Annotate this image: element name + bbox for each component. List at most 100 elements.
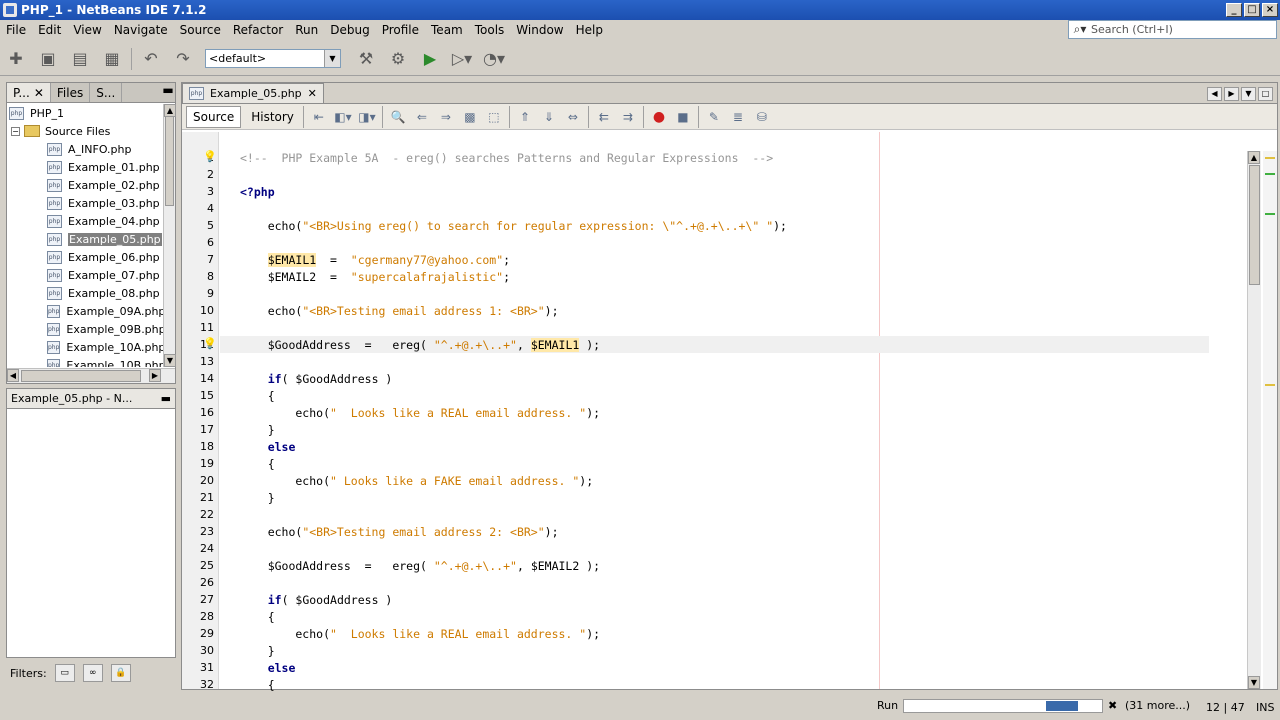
- source-mode-button[interactable]: Source: [186, 105, 242, 128]
- shift-left-icon[interactable]: ⇇: [595, 108, 613, 126]
- scroll-thumb[interactable]: [165, 116, 174, 206]
- tree-file-item[interactable]: php Example_05.php: [7, 230, 163, 248]
- maximize-button[interactable]: □: [1244, 3, 1260, 17]
- error-stripe[interactable]: [1263, 151, 1277, 689]
- debug-icon[interactable]: ▷▾: [451, 48, 473, 70]
- scroll-right-icon[interactable]: ▶: [149, 369, 161, 382]
- scroll-thumb[interactable]: [1249, 165, 1260, 285]
- menu-view[interactable]: View: [67, 23, 107, 37]
- back-icon[interactable]: ◧▾: [334, 108, 352, 126]
- menu-refactor[interactable]: Refactor: [227, 23, 289, 37]
- last-edit-icon[interactable]: ⇤: [310, 108, 328, 126]
- tree-file-item[interactable]: php Example_10A.php: [7, 338, 163, 356]
- menu-help[interactable]: Help: [570, 23, 609, 37]
- hint-bulb-icon[interactable]: 💡: [203, 338, 217, 350]
- menu-navigate[interactable]: Navigate: [108, 23, 174, 37]
- tree-file-item[interactable]: php Example_03.php: [7, 194, 163, 212]
- comment-icon[interactable]: ✎: [705, 108, 723, 126]
- uncomment-icon[interactable]: ≣: [729, 108, 747, 126]
- next-bookmark-icon[interactable]: ⇓: [540, 108, 558, 126]
- database-icon[interactable]: ⛁: [753, 108, 771, 126]
- close-icon[interactable]: ✕: [34, 86, 44, 100]
- tree-file-item[interactable]: php Example_06.php: [7, 248, 163, 266]
- stop-macro-icon[interactable]: ■: [674, 108, 692, 126]
- minimize-button[interactable]: _: [1226, 3, 1242, 17]
- ok-mark[interactable]: [1265, 213, 1275, 215]
- scroll-down-icon[interactable]: ▼: [164, 354, 176, 367]
- scroll-left-icon[interactable]: ◀: [7, 369, 19, 382]
- toggle-rect-selection-icon[interactable]: ⬚: [485, 108, 503, 126]
- tree-source-files[interactable]: − Source Files: [7, 122, 163, 140]
- close-icon[interactable]: ✕: [308, 87, 317, 100]
- filter-private-icon[interactable]: 🔒: [110, 664, 131, 682]
- cancel-task-icon[interactable]: ✖: [1108, 699, 1117, 712]
- scroll-down-icon[interactable]: ▼: [1248, 676, 1260, 689]
- tree-file-item[interactable]: php Example_04.php: [7, 212, 163, 230]
- new-project-icon[interactable]: ▣: [37, 48, 59, 70]
- filter-fields-icon[interactable]: ▭: [54, 664, 75, 682]
- scroll-up-icon[interactable]: ▲: [1248, 151, 1260, 164]
- menu-team[interactable]: Team: [425, 23, 469, 37]
- scroll-thumb[interactable]: [21, 370, 141, 382]
- menu-run[interactable]: Run: [289, 23, 324, 37]
- save-all-icon[interactable]: ▦: [101, 48, 123, 70]
- code-area[interactable]: 1 💡 <!-- PHP Example 5A - ereg() searches …: [182, 132, 1277, 692]
- find-next-icon[interactable]: ⇒: [437, 108, 455, 126]
- warning-mark[interactable]: [1265, 157, 1275, 159]
- find-previous-icon[interactable]: ⇐: [413, 108, 431, 126]
- toggle-highlight-icon[interactable]: ▩: [461, 108, 479, 126]
- start-macro-icon[interactable]: ●: [650, 108, 668, 126]
- redo-icon[interactable]: ↷: [172, 48, 194, 70]
- tree-file-item[interactable]: php A_INFO.php: [7, 140, 163, 158]
- menu-file[interactable]: File: [0, 23, 32, 37]
- previous-bookmark-icon[interactable]: ⇑: [516, 108, 534, 126]
- shift-right-icon[interactable]: ⇉: [619, 108, 637, 126]
- tree-file-item[interactable]: php Example_08.php: [7, 284, 163, 302]
- toggle-bookmark-icon[interactable]: ⇔: [564, 108, 582, 126]
- tab-services[interactable]: S...: [90, 83, 123, 102]
- menu-edit[interactable]: Edit: [32, 23, 67, 37]
- tree-horizontal-scrollbar[interactable]: ◀ ▶: [7, 368, 175, 383]
- scroll-tabs-right-icon[interactable]: ▶: [1224, 87, 1239, 101]
- build-icon[interactable]: ⚒: [355, 48, 377, 70]
- clean-build-icon[interactable]: ⚙: [387, 48, 409, 70]
- undo-icon[interactable]: ↶: [140, 48, 162, 70]
- ok-mark[interactable]: [1265, 173, 1275, 175]
- open-project-icon[interactable]: ▤: [69, 48, 91, 70]
- tab-projects[interactable]: P... ✕: [7, 83, 51, 102]
- configuration-select[interactable]: <default> ▼: [205, 49, 341, 68]
- profile-icon[interactable]: ◔▾: [483, 48, 505, 70]
- menu-tools[interactable]: Tools: [469, 23, 511, 37]
- menu-window[interactable]: Window: [510, 23, 569, 37]
- collapse-icon[interactable]: −: [11, 126, 20, 136]
- tab-files[interactable]: Files: [51, 83, 91, 102]
- tree-file-item[interactable]: php Example_02.php: [7, 176, 163, 194]
- warning-mark[interactable]: [1265, 384, 1275, 386]
- editor-vertical-scrollbar[interactable]: ▲ ▼: [1247, 151, 1261, 689]
- tree-file-item[interactable]: php Example_01.php: [7, 158, 163, 176]
- hint-bulb-icon[interactable]: 💡: [203, 151, 217, 163]
- tab-list-icon[interactable]: ▼: [1241, 87, 1256, 101]
- history-mode-button[interactable]: History: [245, 107, 300, 127]
- new-file-icon[interactable]: ✚: [5, 48, 27, 70]
- run-icon[interactable]: ▶: [419, 48, 441, 70]
- tree-file-item[interactable]: php Example_09A.php: [7, 302, 163, 320]
- tree-vertical-scrollbar[interactable]: ▲ ▼: [163, 104, 176, 367]
- more-tasks[interactable]: (31 more...): [1125, 699, 1190, 712]
- minimize-panel-icon[interactable]: ▬: [161, 83, 175, 102]
- search-box[interactable]: ⌕▾ Search (Ctrl+I): [1068, 20, 1277, 39]
- editor-tab[interactable]: php Example_05.php ✕: [182, 83, 324, 103]
- maximize-editor-icon[interactable]: □: [1258, 87, 1273, 101]
- menu-profile[interactable]: Profile: [376, 23, 425, 37]
- menu-debug[interactable]: Debug: [324, 23, 375, 37]
- minimize-panel-icon[interactable]: ▬: [161, 392, 171, 405]
- tree-file-item[interactable]: php Example_07.php: [7, 266, 163, 284]
- tree-root[interactable]: php PHP_1: [7, 104, 163, 122]
- scroll-tabs-left-icon[interactable]: ◀: [1207, 87, 1222, 101]
- tree-file-item[interactable]: php Example_10B.php: [7, 356, 163, 367]
- find-icon[interactable]: 🔍: [389, 108, 407, 126]
- tree-file-item[interactable]: php Example_09B.php: [7, 320, 163, 338]
- forward-icon[interactable]: ◨▾: [358, 108, 376, 126]
- close-button[interactable]: ×: [1262, 3, 1278, 17]
- filter-inherited-icon[interactable]: ∞: [82, 664, 103, 682]
